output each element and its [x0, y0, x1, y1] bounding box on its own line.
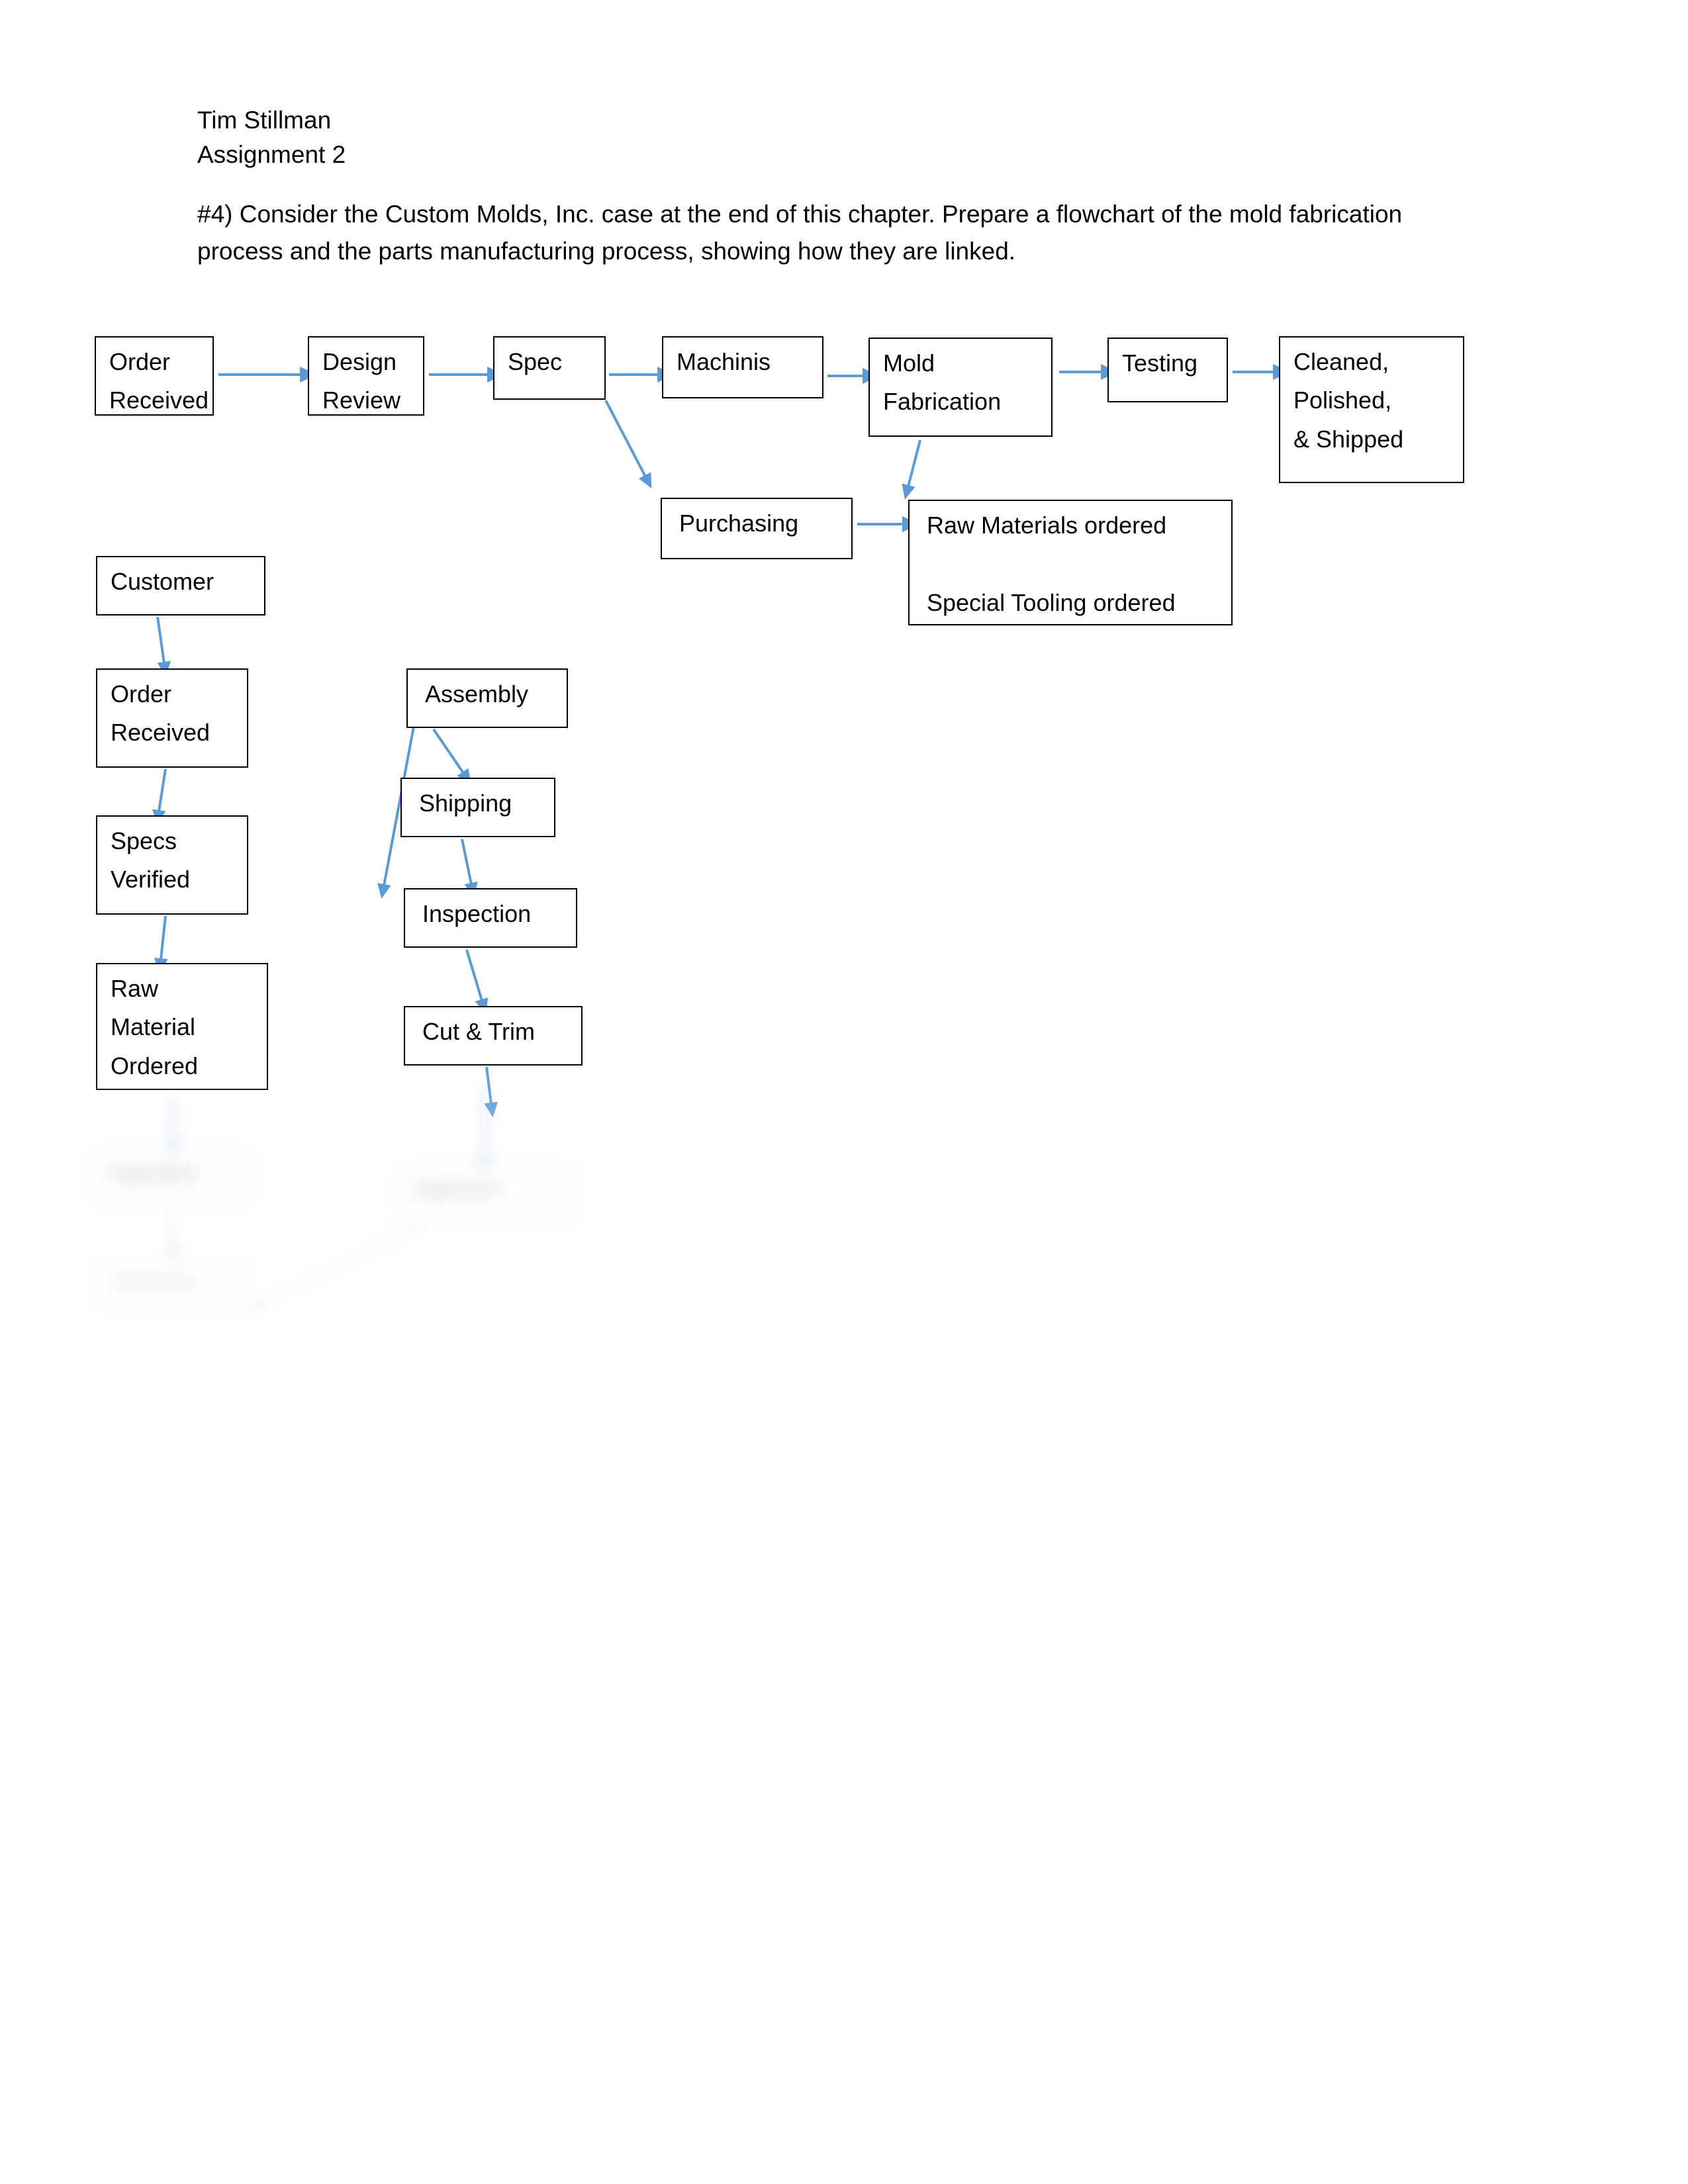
flowchart-box-machinis: Machinis — [662, 336, 823, 398]
flowchart-box-raw-materials: Raw Materials ordered Special Tooling or… — [908, 500, 1233, 625]
arrow-assembly-to-shipping — [432, 728, 471, 784]
flowchart-box-obscured-left-2: Injection — [93, 1257, 252, 1314]
flowchart-box-spec: Spec — [493, 336, 606, 400]
flowchart-box-purchasing: Purchasing — [661, 498, 853, 559]
document-page: Tim Stillman Assignment 2 #4) Consider t… — [0, 0, 1688, 2184]
arrow-inspection-to-cut — [465, 949, 489, 1014]
arrow-shipping-to-inspection — [461, 839, 478, 897]
assignment-prompt: #4) Consider the Custom Molds, Inc. case… — [197, 201, 1403, 265]
flowchart-box-specs-verified: Specs Verified — [96, 815, 248, 915]
flowchart-box-obscured-left-1: Injection — [93, 1148, 252, 1205]
page-bottom-fade — [0, 1059, 1688, 1363]
arrow-order-to-specs — [152, 768, 167, 825]
flowchart-box-cleaned-polished-shipped: Cleaned, Polished, & Shipped — [1279, 336, 1464, 483]
obscured-flowchart-region: Injection Injection Injection — [79, 1072, 675, 1350]
flowchart-box-obscured-right-1: Injection — [397, 1165, 576, 1222]
author-name: Tim Stillman — [197, 107, 332, 134]
flowchart-box-design-review: Design Review — [308, 336, 424, 416]
flowchart-box-mold-fabrication: Mold Fabrication — [868, 338, 1053, 437]
assignment-title: Assignment 2 — [197, 141, 346, 168]
arrow-spec-to-purchasing — [604, 400, 652, 489]
arrow-cut-to-injection — [484, 1066, 498, 1118]
flowchart-box-order-received-parts: Order Received — [96, 668, 248, 768]
flowchart-box-order-received-top: Order Received — [95, 336, 214, 416]
flowchart-box-inspection: Inspection — [404, 888, 577, 948]
flowchart-box-assembly: Assembly — [406, 668, 568, 728]
flowchart-box-cut-and-trim: Cut & Trim — [404, 1006, 583, 1066]
flowchart-box-shipping: Shipping — [400, 778, 555, 837]
flowchart-box-raw-material-ordered: Raw Material Ordered — [96, 963, 268, 1090]
arrow-specs-to-rawmaterial — [154, 915, 168, 974]
arrow-customer-to-order — [156, 616, 171, 677]
flowchart-box-testing: Testing — [1107, 338, 1228, 402]
obscured-arrows — [166, 1085, 492, 1312]
arrow-mold-to-rawmat — [902, 439, 921, 500]
flowchart-box-customer: Customer — [96, 556, 265, 615]
flowchart-arrow-layer — [152, 364, 1290, 1118]
